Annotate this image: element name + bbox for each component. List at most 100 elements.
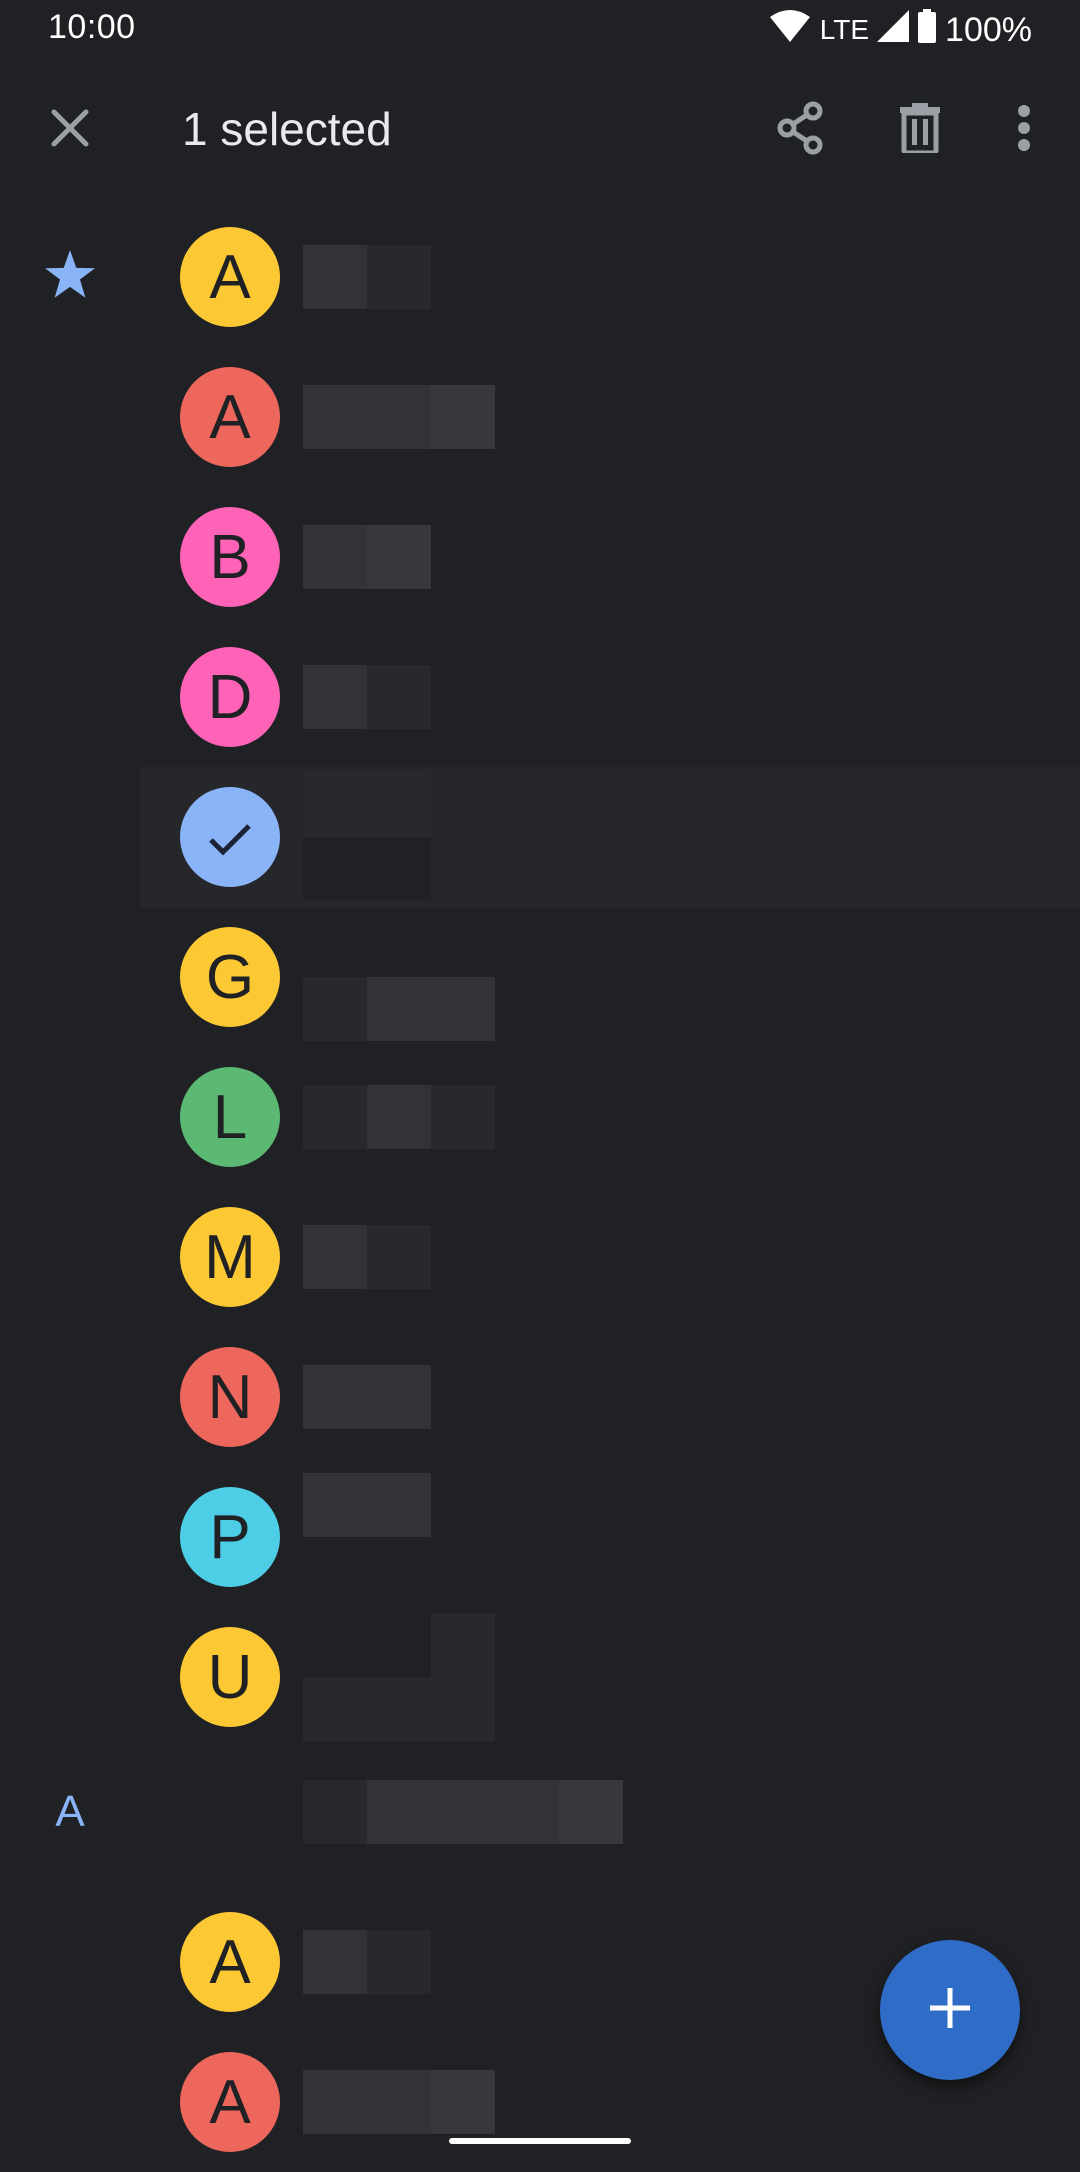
contact-avatar[interactable]: A: [180, 1912, 280, 2012]
contact-avatar[interactable]: P: [180, 1487, 280, 1587]
redacted-cell: [495, 1780, 559, 1844]
redacted-line: [303, 665, 431, 729]
redacted-line: [303, 1225, 431, 1289]
contact-name-redacted: [303, 1780, 687, 1844]
redacted-cell: [303, 2070, 367, 2134]
redacted-cell: [367, 1225, 431, 1289]
contact-name-redacted: [303, 913, 495, 1041]
starred-section-marker: [40, 247, 100, 307]
redacted-cell: [367, 1677, 431, 1741]
contact-row[interactable]: A: [0, 347, 1080, 487]
redacted-cell: [303, 1780, 367, 1844]
redacted-cell: [431, 525, 495, 589]
contact-row[interactable]: G: [0, 907, 1080, 1047]
redacted-cell: [431, 1613, 495, 1677]
redacted-cell: [303, 1365, 367, 1429]
redacted-cell: [431, 1085, 495, 1149]
redacted-line: [303, 837, 431, 901]
contact-name-redacted: [303, 1473, 495, 1601]
star-icon: [44, 249, 96, 305]
redacted-cell: [367, 1537, 431, 1601]
contact-name-redacted: [303, 665, 431, 729]
redacted-cell: [367, 1930, 431, 1994]
contact-avatar[interactable]: D: [180, 647, 280, 747]
contact-row[interactable]: D: [0, 627, 1080, 767]
contact-avatar[interactable]: A: [180, 367, 280, 467]
redacted-line: [303, 1537, 495, 1601]
contact-avatar[interactable]: N: [180, 1347, 280, 1447]
contact-avatar[interactable]: U: [180, 1627, 280, 1727]
redacted-cell: [367, 1085, 431, 1149]
selected-avatar[interactable]: [180, 787, 280, 887]
redacted-cell: [303, 977, 367, 1041]
redacted-cell: [367, 1473, 431, 1537]
redacted-cell: [431, 1537, 495, 1601]
contact-name-redacted: [303, 1613, 495, 1741]
redacted-cell: [367, 977, 431, 1041]
contact-row[interactable]: A: [0, 207, 1080, 347]
check-icon: [207, 802, 253, 873]
contact-avatar[interactable]: A: [180, 227, 280, 327]
contact-row[interactable]: B: [0, 487, 1080, 627]
contact-name-redacted: [303, 1930, 431, 1994]
redacted-cell: [431, 1780, 495, 1844]
redacted-cell: [495, 2070, 559, 2134]
contact-row[interactable]: [0, 767, 1080, 907]
redacted-cell: [431, 1473, 495, 1537]
redacted-cell: [303, 1613, 367, 1677]
contact-row[interactable]: L: [0, 1047, 1080, 1187]
redacted-cell: [495, 385, 559, 449]
contact-name-redacted: [303, 1225, 431, 1289]
redacted-cell: [303, 1677, 367, 1741]
contact-name-redacted: [303, 245, 431, 309]
contact-name-redacted: [303, 1365, 431, 1429]
redacted-cell: [303, 837, 367, 901]
redacted-line: [303, 977, 495, 1041]
contact-row[interactable]: M: [0, 1187, 1080, 1327]
redacted-cell: [367, 385, 431, 449]
contact-avatar[interactable]: L: [180, 1067, 280, 1167]
contact-photo[interactable]: [166, 1748, 294, 1872]
redacted-cell: [431, 385, 495, 449]
redacted-line: [303, 1677, 495, 1741]
redacted-cell: [367, 773, 431, 837]
contact-avatar[interactable]: M: [180, 1207, 280, 1307]
redacted-line: [303, 2070, 559, 2134]
gesture-nav-bar[interactable]: [449, 2138, 631, 2144]
redacted-line: [303, 245, 431, 309]
selected-row-highlight: [140, 767, 1080, 907]
redacted-cell: [431, 1677, 495, 1741]
redacted-line: [303, 1085, 495, 1149]
redacted-cell: [431, 977, 495, 1041]
contact-avatar[interactable]: G: [180, 927, 280, 1027]
contact-row[interactable]: U: [0, 1607, 1080, 1747]
redacted-cell: [367, 665, 431, 729]
contact-row[interactable]: A: [0, 1742, 1080, 1882]
redacted-cell: [367, 1365, 431, 1429]
section-header-letter: A: [55, 1787, 85, 1836]
plus-icon: [928, 1986, 972, 2035]
redacted-cell: [303, 385, 367, 449]
contact-name-redacted: [303, 1085, 495, 1149]
redacted-cell: [303, 1537, 367, 1601]
redacted-cell: [303, 773, 367, 837]
redacted-cell: [623, 1780, 687, 1844]
redacted-cell: [367, 1613, 431, 1677]
redacted-cell: [367, 2070, 431, 2134]
redacted-line: [303, 1473, 495, 1537]
redacted-cell: [303, 245, 367, 309]
create-contact-button[interactable]: [880, 1940, 1020, 2080]
redacted-cell: [367, 525, 431, 589]
contact-avatar[interactable]: B: [180, 507, 280, 607]
redacted-line: [303, 385, 559, 449]
redacted-cell: [303, 913, 367, 977]
contact-row[interactable]: P: [0, 1467, 1080, 1607]
redacted-line: [303, 1365, 431, 1429]
redacted-cell: [367, 1780, 431, 1844]
redacted-line: [303, 1780, 687, 1844]
redacted-cell: [367, 837, 431, 901]
redacted-cell: [303, 525, 367, 589]
contact-row[interactable]: N: [0, 1327, 1080, 1467]
redacted-line: [303, 1930, 431, 1994]
contact-avatar[interactable]: A: [180, 2052, 280, 2152]
